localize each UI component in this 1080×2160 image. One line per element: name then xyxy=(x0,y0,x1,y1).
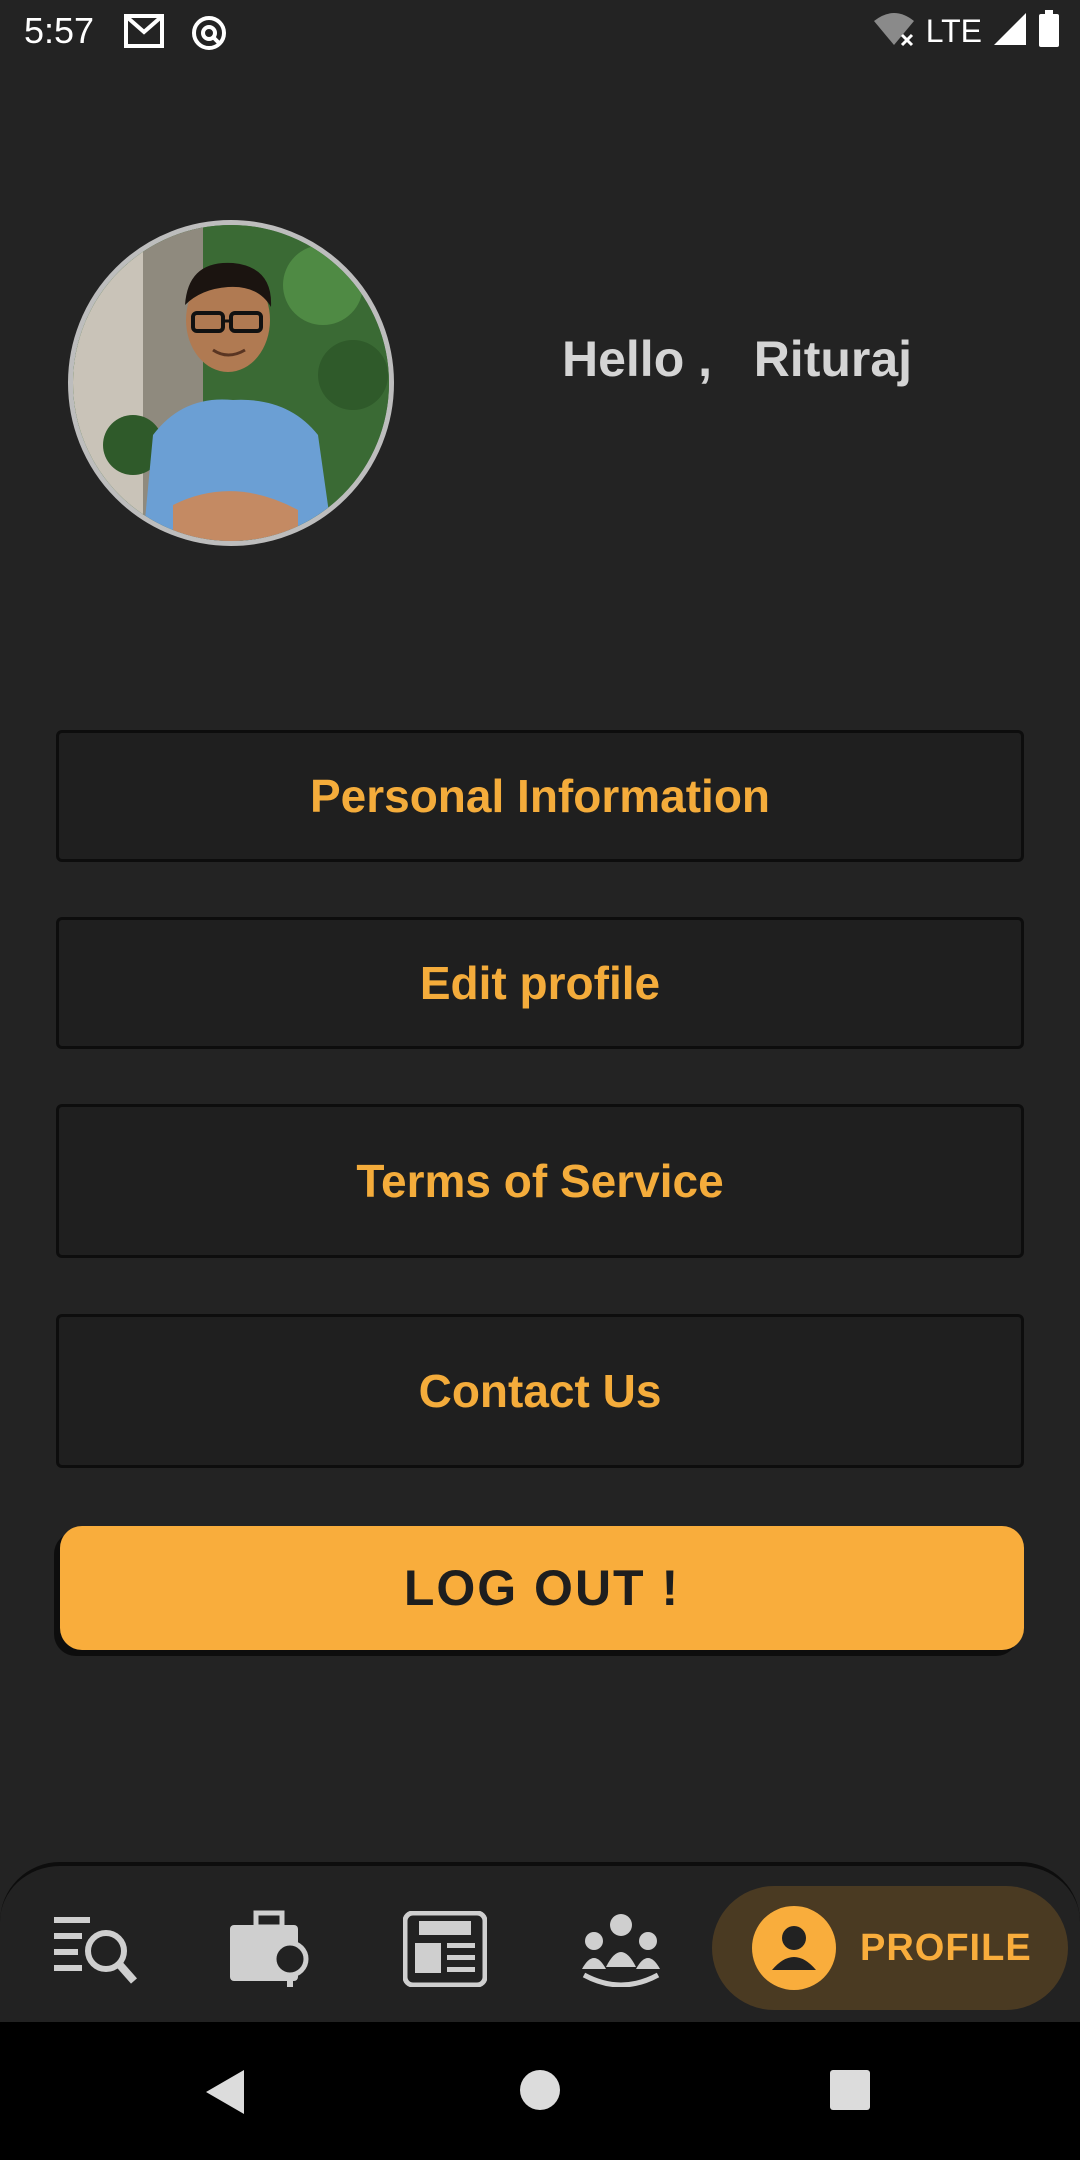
personal-information-button[interactable]: Personal Information xyxy=(56,730,1024,862)
search-list-icon xyxy=(52,1911,138,1992)
signal-icon xyxy=(992,11,1028,52)
nav-search-list[interactable] xyxy=(50,1906,140,1996)
profile-icon xyxy=(752,1906,836,1990)
status-bar: 5:57 LTE xyxy=(0,0,1080,66)
edit-profile-label: Edit profile xyxy=(419,957,661,1009)
back-icon[interactable] xyxy=(204,2068,248,2121)
edit-profile-button[interactable]: Edit profile xyxy=(56,917,1024,1049)
contact-us-label: Contact Us xyxy=(418,1365,662,1417)
terms-of-service-button[interactable]: Terms of Service xyxy=(56,1104,1024,1258)
bottom-navigation: PROFILE xyxy=(0,1862,1080,2022)
terms-of-service-label: Terms of Service xyxy=(356,1155,724,1207)
nav-profile-label: PROFILE xyxy=(860,1926,1032,1969)
profile-screen: 5:57 LTE Hello , Rituraj Personal Inform… xyxy=(0,0,1080,2160)
battery-icon xyxy=(1038,10,1060,53)
wifi-off-icon xyxy=(872,11,916,52)
status-notification-icons xyxy=(124,14,228,57)
nav-news[interactable] xyxy=(400,1906,490,1996)
sync-icon xyxy=(190,14,228,57)
system-navigation-bar xyxy=(0,2022,1080,2160)
news-icon xyxy=(402,1910,488,1992)
logout-label: LOG OUT ! xyxy=(403,1560,681,1616)
briefcase-search-icon xyxy=(228,1909,314,1994)
nav-jobs[interactable] xyxy=(226,1906,316,1996)
home-icon[interactable] xyxy=(518,2068,562,2117)
recents-icon[interactable] xyxy=(828,2068,872,2117)
nav-community[interactable] xyxy=(576,1906,666,1996)
network-type: LTE xyxy=(925,13,982,49)
nav-profile[interactable]: PROFILE xyxy=(712,1886,1068,2010)
logout-button[interactable]: LOG OUT ! xyxy=(60,1526,1024,1650)
contact-us-button[interactable]: Contact Us xyxy=(56,1314,1024,1468)
personal-information-label: Personal Information xyxy=(309,770,771,822)
greeting-text: Hello , Rituraj xyxy=(562,331,913,387)
gmail-icon xyxy=(124,14,164,57)
status-time: 5:57 xyxy=(24,10,95,51)
status-system-icons: LTE xyxy=(872,10,1060,53)
group-icon xyxy=(578,1911,664,1992)
avatar[interactable] xyxy=(68,220,394,546)
